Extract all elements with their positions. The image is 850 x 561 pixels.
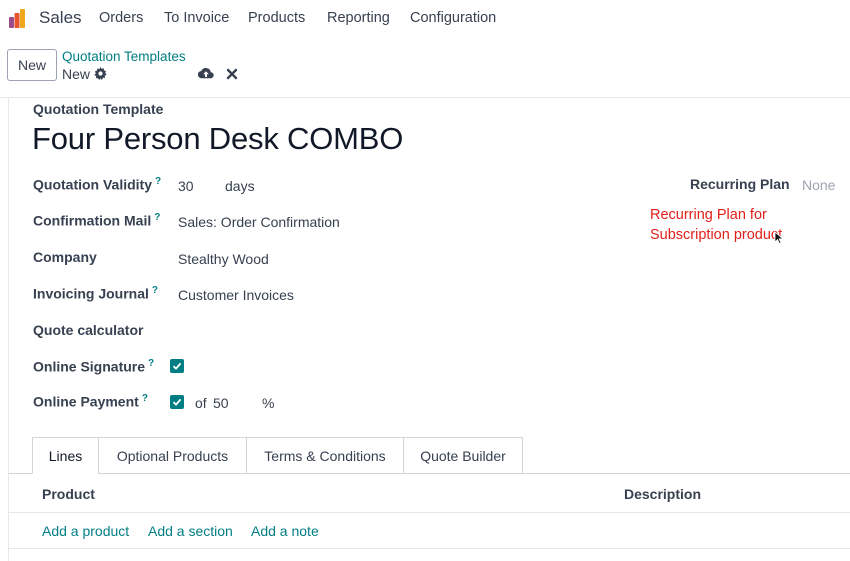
help-tooltip-icon[interactable]: ?: [148, 358, 154, 369]
quotation-validity-label: Quotation Validity?: [33, 176, 161, 193]
breadcrumb-quotation-templates[interactable]: Quotation Templates: [62, 49, 186, 64]
top-navbar: Sales Orders To Invoice Products Reporti…: [0, 0, 850, 36]
menu-orders[interactable]: Orders: [99, 10, 143, 26]
company-label: Company: [33, 249, 97, 265]
online-payment-of-label: of: [195, 395, 207, 411]
recurring-plan-label: Recurring Plan: [690, 176, 790, 192]
online-payment-label: Online Payment?: [33, 393, 148, 410]
tab-terms-conditions[interactable]: Terms & Conditions: [246, 437, 404, 474]
breadcrumb-current: New: [62, 66, 91, 82]
menu-reporting[interactable]: Reporting: [327, 10, 390, 26]
mouse-pointer-icon: [774, 231, 784, 245]
confirmation-mail-select[interactable]: Sales: Order Confirmation: [178, 214, 340, 230]
menu-products[interactable]: Products: [248, 10, 305, 26]
column-header-product[interactable]: Product: [42, 486, 95, 502]
menu-configuration[interactable]: Configuration: [410, 10, 496, 26]
sales-app-logo-icon[interactable]: [8, 7, 30, 29]
checkmark-icon: [172, 398, 182, 406]
quotation-validity-label-text: Quotation Validity: [33, 176, 153, 193]
gear-icon[interactable]: [94, 67, 107, 80]
online-payment-label-text: Online Payment: [33, 393, 139, 410]
column-header-description[interactable]: Description: [624, 486, 701, 502]
tab-quote-builder[interactable]: Quote Builder: [403, 437, 523, 474]
app-name[interactable]: Sales: [39, 8, 82, 28]
help-tooltip-icon[interactable]: ?: [142, 393, 148, 404]
tab-lines[interactable]: Lines: [32, 437, 99, 474]
invoicing-journal-label-text: Invoicing Journal: [33, 285, 149, 302]
help-tooltip-icon[interactable]: ?: [152, 285, 158, 296]
prepayment-percent-input[interactable]: 50: [213, 395, 229, 411]
confirmation-mail-label-text: Confirmation Mail: [33, 212, 152, 229]
control-panel: New Quotation Templates New: [0, 36, 850, 98]
company-select[interactable]: Stealthy Wood: [178, 251, 269, 267]
quote-calculator-label: Quote calculator: [33, 322, 143, 338]
online-signature-checkbox[interactable]: [170, 359, 184, 373]
help-tooltip-icon[interactable]: ?: [155, 176, 161, 187]
validity-unit: days: [225, 178, 255, 194]
table-divider: [9, 548, 850, 549]
invoicing-journal-select[interactable]: Customer Invoices: [178, 287, 294, 303]
cloud-upload-icon[interactable]: [198, 67, 214, 81]
recurring-plan-select[interactable]: None: [802, 177, 835, 193]
online-payment-checkbox[interactable]: [170, 395, 184, 409]
add-product-link[interactable]: Add a product: [42, 523, 129, 539]
quotation-validity-input[interactable]: 30: [178, 178, 194, 194]
form-subtitle: Quotation Template: [33, 101, 164, 117]
help-tooltip-icon[interactable]: ?: [154, 212, 160, 223]
company-label-text: Company: [33, 249, 97, 265]
online-signature-label-text: Online Signature: [33, 358, 146, 375]
template-name-field[interactable]: Four Person Desk COMBO: [32, 121, 403, 157]
quote-calculator-label-text: Quote calculator: [33, 322, 144, 338]
add-section-link[interactable]: Add a section: [148, 523, 233, 539]
add-note-link[interactable]: Add a note: [251, 523, 319, 539]
prepayment-percent-unit: %: [262, 395, 275, 411]
sheet-border: [8, 98, 9, 561]
invoicing-journal-label: Invoicing Journal?: [33, 285, 158, 302]
menu-to-invoice[interactable]: To Invoice: [164, 10, 229, 26]
new-button[interactable]: New: [7, 49, 57, 81]
tab-optional-products[interactable]: Optional Products: [98, 437, 247, 474]
online-signature-label: Online Signature?: [33, 358, 154, 375]
close-icon[interactable]: [226, 68, 238, 80]
checkmark-icon: [172, 362, 182, 370]
table-divider: [9, 512, 850, 513]
confirmation-mail-label: Confirmation Mail?: [33, 212, 160, 229]
tutorial-annotation: Recurring Plan for Subscription product: [650, 207, 783, 243]
